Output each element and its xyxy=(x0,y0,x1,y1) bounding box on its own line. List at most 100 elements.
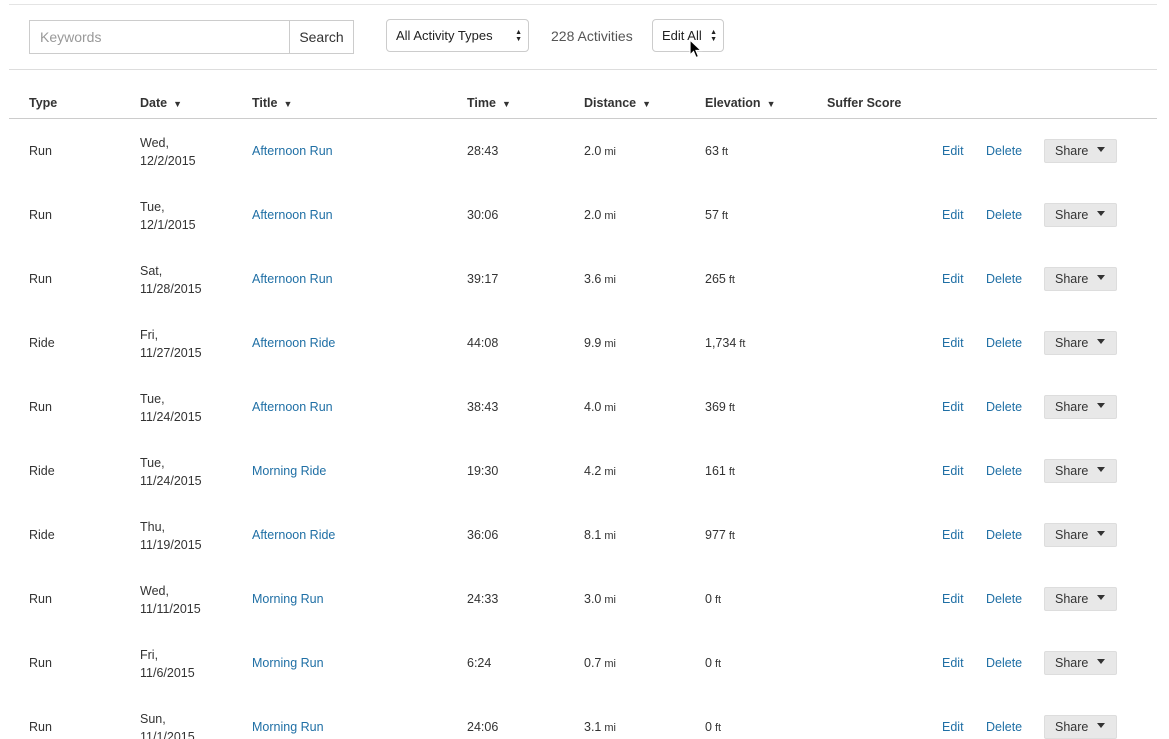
select-updown-icon: ▲ ▼ xyxy=(710,29,717,43)
activity-title-link[interactable]: Morning Ride xyxy=(252,464,326,478)
activity-date: Wed, 11/11/2015 xyxy=(140,582,201,618)
activity-distance: 2.0 mi xyxy=(584,208,616,222)
column-header-distance-label: Distance xyxy=(584,96,637,110)
edit-link[interactable]: Edit xyxy=(942,656,964,670)
activity-title-link[interactable]: Morning Run xyxy=(252,592,324,606)
activity-elevation: 0 ft xyxy=(705,720,721,734)
edit-link[interactable]: Edit xyxy=(942,208,964,222)
activity-date: Wed, 12/2/2015 xyxy=(140,134,196,170)
share-button[interactable]: Share xyxy=(1044,587,1117,611)
elevation-value: 57 xyxy=(705,208,719,222)
distance-value: 9.9 xyxy=(584,336,602,350)
activity-title-link[interactable]: Afternoon Ride xyxy=(252,528,335,542)
share-button[interactable]: Share xyxy=(1044,395,1117,419)
share-button[interactable]: Share xyxy=(1044,331,1117,355)
column-header-title[interactable]: Title ▼ xyxy=(252,96,292,110)
delete-link[interactable]: Delete xyxy=(986,400,1022,414)
activity-date: Tue, 12/1/2015 xyxy=(140,198,196,234)
delete-link[interactable]: Delete xyxy=(986,656,1022,670)
elevation-value: 265 xyxy=(705,272,726,286)
column-header-time[interactable]: Time ▼ xyxy=(467,96,511,110)
activity-type-select[interactable]: All Activity Types ▲ ▼ xyxy=(386,19,529,52)
column-header-distance[interactable]: Distance ▼ xyxy=(584,96,651,110)
sort-caret-icon[interactable]: ▼ xyxy=(173,99,182,109)
elevation-value: 977 xyxy=(705,528,726,542)
delete-link[interactable]: Delete xyxy=(986,208,1022,222)
activity-title-link[interactable]: Morning Run xyxy=(252,656,324,670)
activity-date-value: 11/28/2015 xyxy=(140,282,202,296)
share-button[interactable]: Share xyxy=(1044,203,1117,227)
activity-type: Ride xyxy=(29,336,55,350)
share-button[interactable]: Share xyxy=(1044,459,1117,483)
chevron-down-icon xyxy=(1097,147,1105,152)
activity-title-link[interactable]: Afternoon Ride xyxy=(252,336,335,350)
activity-title-link[interactable]: Afternoon Run xyxy=(252,400,333,414)
column-header-title-label: Title xyxy=(252,96,278,110)
activity-title-link[interactable]: Afternoon Run xyxy=(252,144,333,158)
share-button[interactable]: Share xyxy=(1044,267,1117,291)
delete-link[interactable]: Delete xyxy=(986,592,1022,606)
activity-type: Run xyxy=(29,656,52,670)
activity-distance: 3.1 mi xyxy=(584,720,616,734)
sort-caret-icon[interactable]: ▼ xyxy=(283,99,292,109)
activity-date: Sun, 11/1/2015 xyxy=(140,710,195,739)
activity-title-link[interactable]: Afternoon Run xyxy=(252,208,333,222)
share-button[interactable]: Share xyxy=(1044,651,1117,675)
distance-unit: mi xyxy=(604,274,616,286)
activity-title-link[interactable]: Morning Run xyxy=(252,720,324,734)
elevation-value: 369 xyxy=(705,400,726,414)
delete-link[interactable]: Delete xyxy=(986,272,1022,286)
table-row: Ride Fri, 11/27/2015 Afternoon Ride 44:08… xyxy=(0,311,1169,375)
edit-link[interactable]: Edit xyxy=(942,336,964,350)
sort-caret-icon[interactable]: ▼ xyxy=(642,99,651,109)
distance-value: 2.0 xyxy=(584,208,602,222)
edit-link[interactable]: Edit xyxy=(942,464,964,478)
activity-distance: 4.0 mi xyxy=(584,400,616,414)
search-input[interactable] xyxy=(29,20,289,54)
edit-link[interactable]: Edit xyxy=(942,592,964,606)
delete-link[interactable]: Delete xyxy=(986,144,1022,158)
column-header-elevation-label: Elevation xyxy=(705,96,761,110)
table-row: Run Wed, 11/11/2015 Morning Run 24:33 3.0… xyxy=(0,567,1169,631)
activity-date-value: 12/2/2015 xyxy=(140,154,196,168)
column-header-date-label: Date xyxy=(140,96,168,110)
elevation-value: 161 xyxy=(705,464,726,478)
table-row: Run Wed, 12/2/2015 Afternoon Run 28:43 2.… xyxy=(0,119,1169,183)
chevron-down-icon xyxy=(1097,339,1105,344)
delete-link[interactable]: Delete xyxy=(986,720,1022,734)
chevron-down-icon xyxy=(1097,531,1105,536)
share-button[interactable]: Share xyxy=(1044,523,1117,547)
activity-type: Run xyxy=(29,144,52,158)
activity-title-link[interactable]: Afternoon Run xyxy=(252,272,333,286)
activity-weekday: Sat, xyxy=(140,264,163,278)
activity-elevation: 0 ft xyxy=(705,592,721,606)
activity-date: Fri, 11/27/2015 xyxy=(140,326,202,362)
elevation-unit: ft xyxy=(721,146,729,158)
delete-link[interactable]: Delete xyxy=(986,528,1022,542)
activity-date-value: 11/24/2015 xyxy=(140,410,202,424)
activity-time: 44:08 xyxy=(467,336,499,350)
edit-link[interactable]: Edit xyxy=(942,528,964,542)
distance-value: 4.2 xyxy=(584,464,602,478)
edit-link[interactable]: Edit xyxy=(942,144,964,158)
edit-link[interactable]: Edit xyxy=(942,400,964,414)
edit-all-select[interactable]: Edit All ▲ ▼ xyxy=(652,19,724,52)
activity-count: 228 Activities xyxy=(551,28,633,44)
share-button[interactable]: Share xyxy=(1044,139,1117,163)
sort-caret-icon[interactable]: ▼ xyxy=(502,99,511,109)
delete-link[interactable]: Delete xyxy=(986,464,1022,478)
activity-distance: 0.7 mi xyxy=(584,656,616,670)
column-header-elevation[interactable]: Elevation ▼ xyxy=(705,96,776,110)
column-header-date[interactable]: Date ▼ xyxy=(140,96,182,110)
edit-link[interactable]: Edit xyxy=(942,720,964,734)
edit-link[interactable]: Edit xyxy=(942,272,964,286)
search-group: Search xyxy=(29,20,354,54)
delete-link[interactable]: Delete xyxy=(986,336,1022,350)
distance-value: 3.6 xyxy=(584,272,602,286)
share-button[interactable]: Share xyxy=(1044,715,1117,739)
distance-value: 0.7 xyxy=(584,656,602,670)
share-button-label: Share xyxy=(1055,528,1089,542)
search-button[interactable]: Search xyxy=(289,20,354,54)
sort-caret-icon[interactable]: ▼ xyxy=(767,99,776,109)
activity-date: Tue, 11/24/2015 xyxy=(140,390,202,426)
